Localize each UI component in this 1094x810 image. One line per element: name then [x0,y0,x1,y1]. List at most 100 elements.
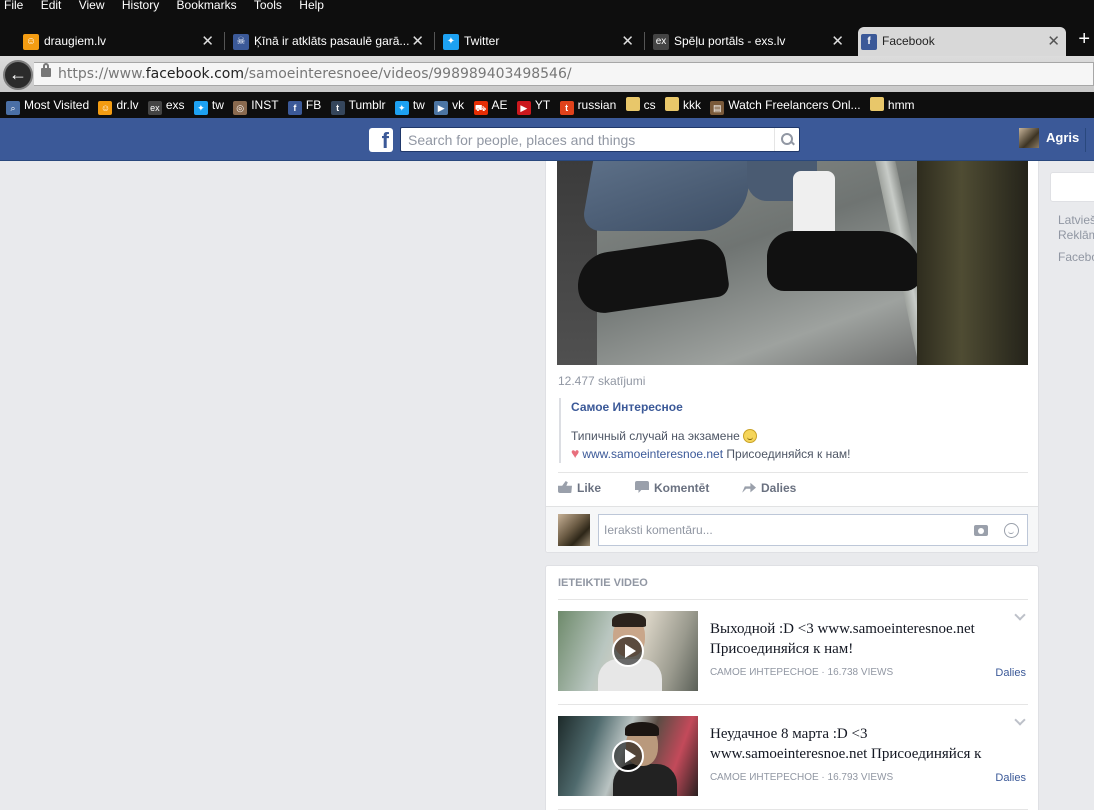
bookmark-tw[interactable]: ✦ tw [193,92,224,118]
new-tab-icon[interactable]: + [1078,28,1090,50]
bookmark-tumblr[interactable]: t Tumblr [330,92,386,118]
thumbnail-scene [625,722,659,736]
post-text: Типичный случай на экзамене [571,428,1027,444]
share-button[interactable]: Dalies [742,481,796,495]
like-icon [558,481,572,493]
menu-tools[interactable]: Tools [254,0,282,11]
comment-box [598,514,1028,546]
bookmark-label: russian [577,98,617,112]
share-icon [742,482,756,493]
post-link[interactable]: www.samoeinteresnoe.net [582,447,723,461]
language-link[interactable]: Latvieš [1058,213,1094,228]
profile-name[interactable]: Agris [1046,130,1079,145]
close-icon[interactable]: ✕ [831,27,844,56]
video-thumbnail[interactable] [558,716,698,796]
bookmark-ae[interactable]: ⛟ AE [473,92,508,118]
header-divider [1085,128,1086,152]
bookmark-label: cs [643,98,656,112]
tab-exs[interactable]: ex Spēļu portāls - exs.lv ✕ [650,27,850,56]
facebook-logo[interactable]: f [369,128,393,152]
twitter-bird-icon: ✦ [394,101,409,115]
bookmark-label: Tumblr [348,98,386,112]
emoji-icon[interactable] [1004,523,1019,538]
bookmark-cs[interactable]: cs [625,92,656,118]
smile-emoji-icon [742,429,757,443]
close-icon[interactable]: ✕ [1047,27,1060,56]
menu-edit[interactable]: Edit [41,0,62,11]
bookmark-kkk[interactable]: kkk [664,92,701,118]
like-button[interactable]: Like [558,481,601,495]
suggested-video-title[interactable]: Неудачное 8 марта :D <3 www.samoeinteres… [710,724,1010,764]
right-column-box[interactable] [1050,172,1094,202]
search-input[interactable] [401,128,771,151]
comment-composer [546,506,1038,552]
advertising-link[interactable]: Reklām [1058,228,1094,243]
view-count: 12.477 skatījumi [558,374,646,388]
film-icon: ▤ [710,101,725,115]
bookmark-watch-freelancers[interactable]: ▤ Watch Freelancers Onl... [710,92,861,118]
bookmark-inst[interactable]: ◎ INST [233,92,279,118]
video-player[interactable] [557,161,1028,365]
post-link-line: ♥ www.samoeinteresnoe.net Присоединяйся к… [571,444,1027,463]
bookmark-yt[interactable]: ▶ YT [516,92,550,118]
bookmark-label: kkk [682,98,701,112]
tab-label: draugiem.lv [44,34,107,48]
comment-button[interactable]: Komentēt [635,481,709,495]
suggested-video-item[interactable]: Выходной :D <3 www.samoeinteresnoe.net П… [558,609,1028,693]
suggested-videos-title: IETEIKTIE VIDEO [558,577,648,589]
menu-file[interactable]: File [4,0,23,11]
bookmark-label: INST [251,98,279,112]
bookmark-label: exs [165,98,185,112]
tab-twitter[interactable]: ✦ Twitter ✕ [440,27,640,56]
camera-icon[interactable] [974,525,988,536]
twitter-bird-icon: ✦ [193,101,208,115]
search-icon: ⌕ [6,101,20,115]
bookmark-hmm[interactable]: hmm [869,92,915,118]
chevron-down-icon[interactable] [1014,609,1026,621]
bookmark-drlv[interactable]: ☺ dr.lv [98,92,139,118]
menu-help[interactable]: Help [299,0,324,11]
close-icon[interactable]: ✕ [201,27,214,56]
avatar[interactable] [1019,128,1039,148]
share-link[interactable]: Dalies [995,772,1026,784]
bookmark-label: AE [491,98,508,112]
bookmark-tw2[interactable]: ✦ tw [394,92,425,118]
tab-facebook[interactable]: f Facebook ✕ [858,27,1066,56]
suggested-video-item[interactable]: Неудачное 8 марта :D <3 www.samoeinteres… [558,714,1028,798]
url-bar[interactable]: https://www.facebook.com/samoeinteresnoe… [34,62,1094,86]
bookmark-fb[interactable]: f FB [287,92,321,118]
bookmark-label: hmm [887,98,915,112]
heart-icon: ♥ [571,445,580,461]
close-icon[interactable]: ✕ [621,27,634,56]
suggested-video-title[interactable]: Выходной :D <3 www.samoeinteresnoe.net П… [710,619,1010,659]
menu-bookmarks[interactable]: Bookmarks [177,0,237,11]
close-icon[interactable]: ✕ [411,27,424,56]
tab-draugiem[interactable]: ☺ draugiem.lv ✕ [20,27,220,56]
cart-icon: ⛟ [473,101,488,115]
post-caption: Самое Интересное Типичный случай на экза… [559,398,1027,463]
menu-view[interactable]: View [79,0,105,11]
comment-input[interactable] [599,515,959,545]
bookmark-russian[interactable]: t russian [559,92,617,118]
bookmark-exs[interactable]: ex exs [147,92,185,118]
folder-icon [664,97,679,111]
tab-kina[interactable]: ☠ Ķīnā ir atklāts pasaulē garā... ✕ [230,27,430,56]
share-label: Dalies [761,481,797,495]
thumbnail-scene [612,613,646,627]
tab-strip: ☺ draugiem.lv ✕ ☠ Ķīnā ir atklāts pasaul… [0,12,1094,56]
facebook-footer-link[interactable]: Facebo [1058,250,1094,265]
video-thumbnail[interactable] [558,611,698,691]
bookmark-vk[interactable]: ▶ vk [434,92,464,118]
play-icon[interactable] [612,740,644,772]
chevron-down-icon[interactable] [1014,714,1026,726]
suggested-video-meta: САМОЕ ИНТЕРЕСНОЕ · 16.738 VIEWS [710,667,894,678]
divider [558,704,1028,705]
share-link[interactable]: Dalies [995,667,1026,679]
play-icon[interactable] [612,635,644,667]
tumblr-icon: t [330,101,345,115]
back-button[interactable]: ← [3,60,33,90]
search-icon[interactable] [774,128,799,151]
menu-history[interactable]: History [122,0,159,11]
page-name-link[interactable]: Самое Интересное [571,400,1027,414]
bookmark-most-visited[interactable]: ⌕ Most Visited [6,92,89,118]
